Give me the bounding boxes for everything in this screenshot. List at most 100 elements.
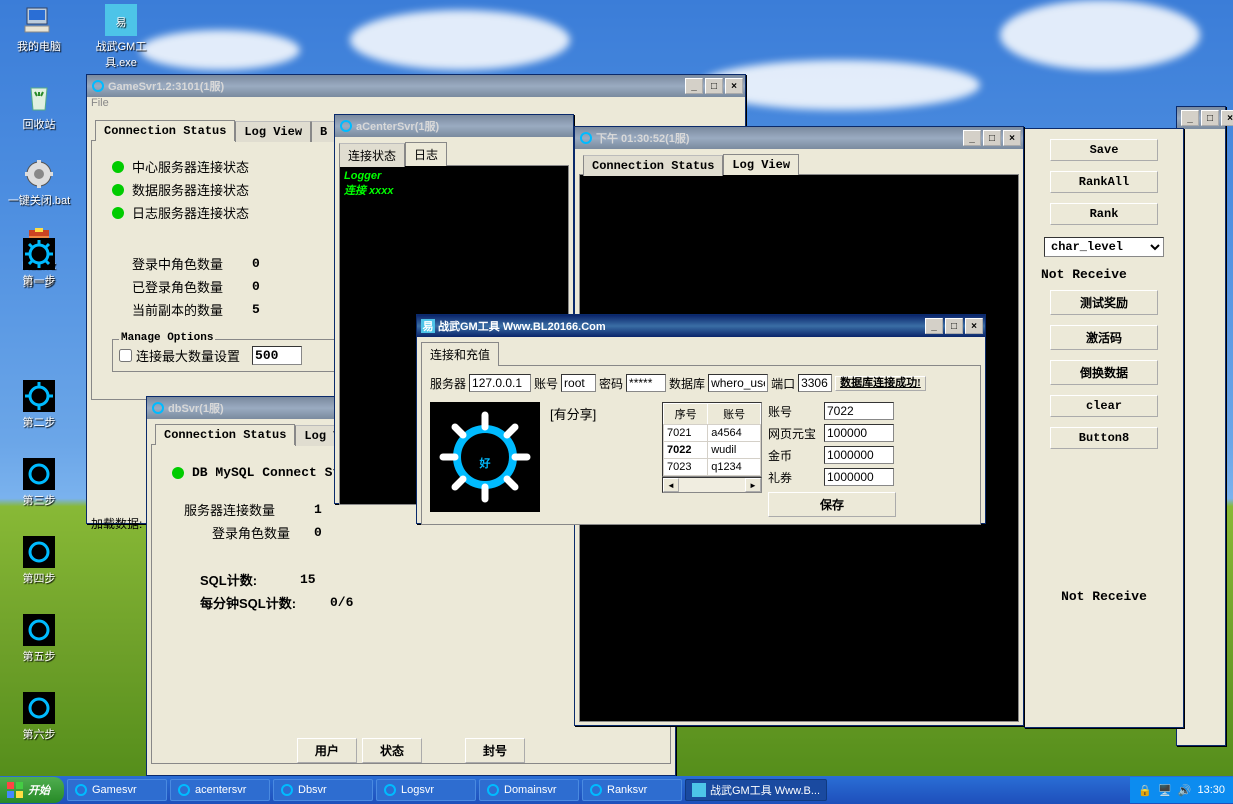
port-input[interactable] [798, 374, 832, 392]
icon-gmtool-exe[interactable]: 易 战武GM工具.exe [86, 4, 156, 70]
icon-recycle[interactable]: 回收站 [4, 82, 74, 132]
system-tray[interactable]: 🔒 🖥️ 🔊 13:30 [1130, 777, 1233, 803]
maxconn-label: 连接最大数量设置 [136, 346, 240, 365]
database-input[interactable] [708, 374, 768, 392]
minimize-button[interactable]: _ [685, 78, 703, 94]
level-dropdown[interactable]: char_level [1044, 237, 1164, 257]
save-detail-button[interactable]: 保存 [768, 492, 896, 517]
status-led [112, 184, 124, 196]
taskbar-ranksvr[interactable]: Ranksvr [582, 779, 682, 801]
minimize-button[interactable]: _ [963, 130, 981, 146]
icon-step2[interactable]: 第二步 [4, 380, 74, 430]
minimize-button[interactable]: _ [925, 318, 943, 334]
clear-button[interactable]: clear [1050, 395, 1158, 417]
activation-code-button[interactable]: 激活码 [1050, 325, 1158, 350]
status-led [112, 207, 124, 219]
wheel-icon [23, 614, 55, 646]
icon-step4[interactable]: 第四步 [4, 536, 74, 586]
start-button[interactable]: 开始 [0, 777, 64, 803]
maxconn-checkbox[interactable] [119, 349, 132, 362]
button8[interactable]: Button8 [1050, 427, 1158, 449]
close-button[interactable]: × [1003, 130, 1021, 146]
logging-value: 0 [252, 256, 260, 271]
acct-input[interactable] [824, 402, 894, 420]
maximize-button[interactable]: □ [983, 130, 1001, 146]
icon-label: 第五步 [23, 651, 56, 663]
icon-label: 第一步 [23, 275, 56, 287]
icon-label: 第二步 [23, 417, 56, 429]
tray-icon[interactable]: 🔒 [1138, 784, 1152, 797]
icon-label: 我的电脑 [17, 41, 61, 53]
maximize-button[interactable]: □ [1201, 110, 1219, 126]
minimize-button[interactable]: _ [1181, 110, 1199, 126]
webgold-input[interactable] [824, 424, 894, 442]
server-input[interactable] [469, 374, 531, 392]
maximize-button[interactable]: □ [705, 78, 723, 94]
icon-label: 回收站 [23, 119, 56, 131]
taskbar-gamesvr[interactable]: Gamesvr [67, 779, 167, 801]
swap-data-button[interactable]: 倒换数据 [1050, 360, 1158, 385]
acct-label: 账号 [768, 403, 818, 420]
ban-button[interactable]: 封号 [465, 738, 525, 763]
icon-step3[interactable]: 第三步 [4, 458, 74, 508]
app-icon [339, 119, 353, 133]
tab-connection-status[interactable]: Connection Status [583, 155, 723, 176]
test-reward-button[interactable]: 测试奖励 [1050, 290, 1158, 315]
icon-label: 第六步 [23, 729, 56, 741]
tab-log-view[interactable]: Log View [235, 121, 311, 142]
icon-closeall[interactable]: 一键关闭.bat [4, 158, 74, 208]
data-status-label: 数据服务器连接状态 [132, 180, 249, 199]
svg-text:易: 易 [116, 16, 127, 29]
user-button[interactable]: 用户 [297, 738, 357, 763]
icon-label: 一键关闭.bat [8, 195, 70, 207]
close-button[interactable]: × [965, 318, 983, 334]
taskbar-dbsvr[interactable]: Dbsvr [273, 779, 373, 801]
password-input[interactable] [626, 374, 666, 392]
ticket-label: 礼券 [768, 469, 818, 486]
rankall-button[interactable]: RankAll [1050, 171, 1158, 193]
tray-icon[interactable]: 🖥️ [1158, 784, 1172, 797]
rank-button[interactable]: Rank [1050, 203, 1158, 225]
window-gmtool: 易 战武GM工具 Www.BL20166.Com _□× 连接和充值 服务器 账… [416, 314, 986, 524]
db-connect-button[interactable]: 数据库连接成功! [835, 376, 926, 391]
table-row: 7023q1234 [664, 459, 761, 476]
tab-connection-status[interactable]: Connection Status [155, 424, 295, 445]
grid-hscroll[interactable]: ◄► [662, 477, 762, 493]
maxconn-input[interactable] [252, 346, 302, 365]
save-button[interactable]: Save [1050, 139, 1158, 161]
menu-file[interactable]: File [91, 97, 109, 109]
sql-value: 15 [300, 572, 316, 587]
wheel-icon [23, 692, 55, 724]
close-button[interactable]: × [725, 78, 743, 94]
icon-step6[interactable]: 第六步 [4, 692, 74, 742]
maximize-button[interactable]: □ [945, 318, 963, 334]
taskbar-gmtool[interactable]: 战武GM工具 Www.B... [685, 779, 827, 801]
logged-label: 已登录角色数量 [132, 277, 252, 296]
account-input[interactable] [561, 374, 596, 392]
sqlpm-value: 0/6 [330, 595, 353, 610]
gold-input[interactable] [824, 446, 894, 464]
icon-mycomputer[interactable]: 我的电脑 [4, 4, 74, 54]
state-button[interactable]: 状态 [362, 738, 422, 763]
tab-b[interactable]: B [311, 121, 336, 142]
wheel-icon [23, 380, 55, 412]
taskbar-acentersvr[interactable]: acentersvr [170, 779, 270, 801]
app-icon [151, 401, 165, 415]
icon-step5[interactable]: 第五步 [4, 614, 74, 664]
tab-connect-recharge[interactable]: 连接和充值 [421, 342, 499, 366]
icon-step1b[interactable]: 第一步 [4, 238, 74, 288]
tab-log[interactable]: 日志 [405, 142, 447, 166]
tab-connection-status[interactable]: Connection Status [95, 120, 235, 141]
password-label: 密码 [599, 375, 623, 392]
tab-log-view[interactable]: Log View [723, 154, 799, 175]
close-button[interactable]: × [1221, 110, 1233, 126]
rolecnt-label: 登录角色数量 [212, 523, 314, 542]
window-title: GameSvr1.2:3101(1服) [108, 78, 685, 94]
account-grid[interactable]: 序号账号 7021a4564 7022wudil 7023q1234 [662, 402, 762, 477]
tab-conn-status[interactable]: 连接状态 [339, 143, 405, 167]
taskbar-logsvr[interactable]: Logsvr [376, 779, 476, 801]
tray-icon[interactable]: 🔊 [1178, 784, 1192, 797]
loading-label: 加载数据: [91, 515, 142, 532]
ticket-input[interactable] [824, 468, 894, 486]
taskbar-domainsvr[interactable]: Domainsvr [479, 779, 579, 801]
